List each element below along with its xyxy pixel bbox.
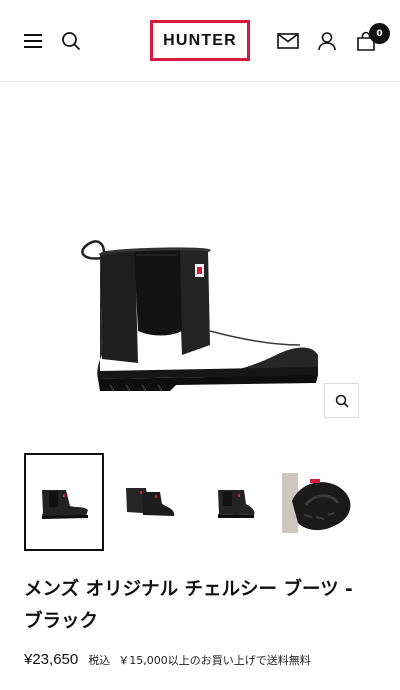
cart-count-badge: 0 bbox=[369, 23, 390, 44]
logo-text: HUNTER bbox=[163, 31, 237, 49]
thumbnail-single-boot[interactable] bbox=[24, 453, 104, 551]
thumbnail-boot-sole[interactable] bbox=[282, 453, 362, 551]
product-title: メンズ オリジナル チェルシー ブーツ - ブラック bbox=[24, 579, 353, 632]
hamburger-menu-icon[interactable] bbox=[20, 28, 46, 54]
chelsea-boot-image bbox=[81, 240, 318, 392]
thumbnail-pair-of-boots[interactable] bbox=[110, 453, 190, 551]
product-price: ¥23,650 bbox=[24, 651, 79, 668]
user-icon[interactable] bbox=[314, 28, 340, 54]
brand-logo[interactable]: HUNTER bbox=[150, 20, 250, 61]
free-shipping-note: ￥15,000以上のお買い上げで送料無料 bbox=[118, 654, 311, 667]
search-icon[interactable] bbox=[58, 28, 84, 54]
product-main-image[interactable] bbox=[0, 83, 400, 433]
mail-icon[interactable] bbox=[275, 28, 301, 54]
zoom-magnifier-icon[interactable] bbox=[324, 383, 359, 418]
thumbnail-gallery bbox=[24, 453, 400, 551]
tax-included-label: 税込 bbox=[88, 654, 111, 667]
thumbnail-boot-rear[interactable] bbox=[196, 453, 276, 551]
site-header: HUNTER 0 bbox=[0, 0, 400, 82]
price-row: ¥23,650 税込 ￥15,000以上のお買い上げで送料無料 bbox=[24, 651, 384, 668]
